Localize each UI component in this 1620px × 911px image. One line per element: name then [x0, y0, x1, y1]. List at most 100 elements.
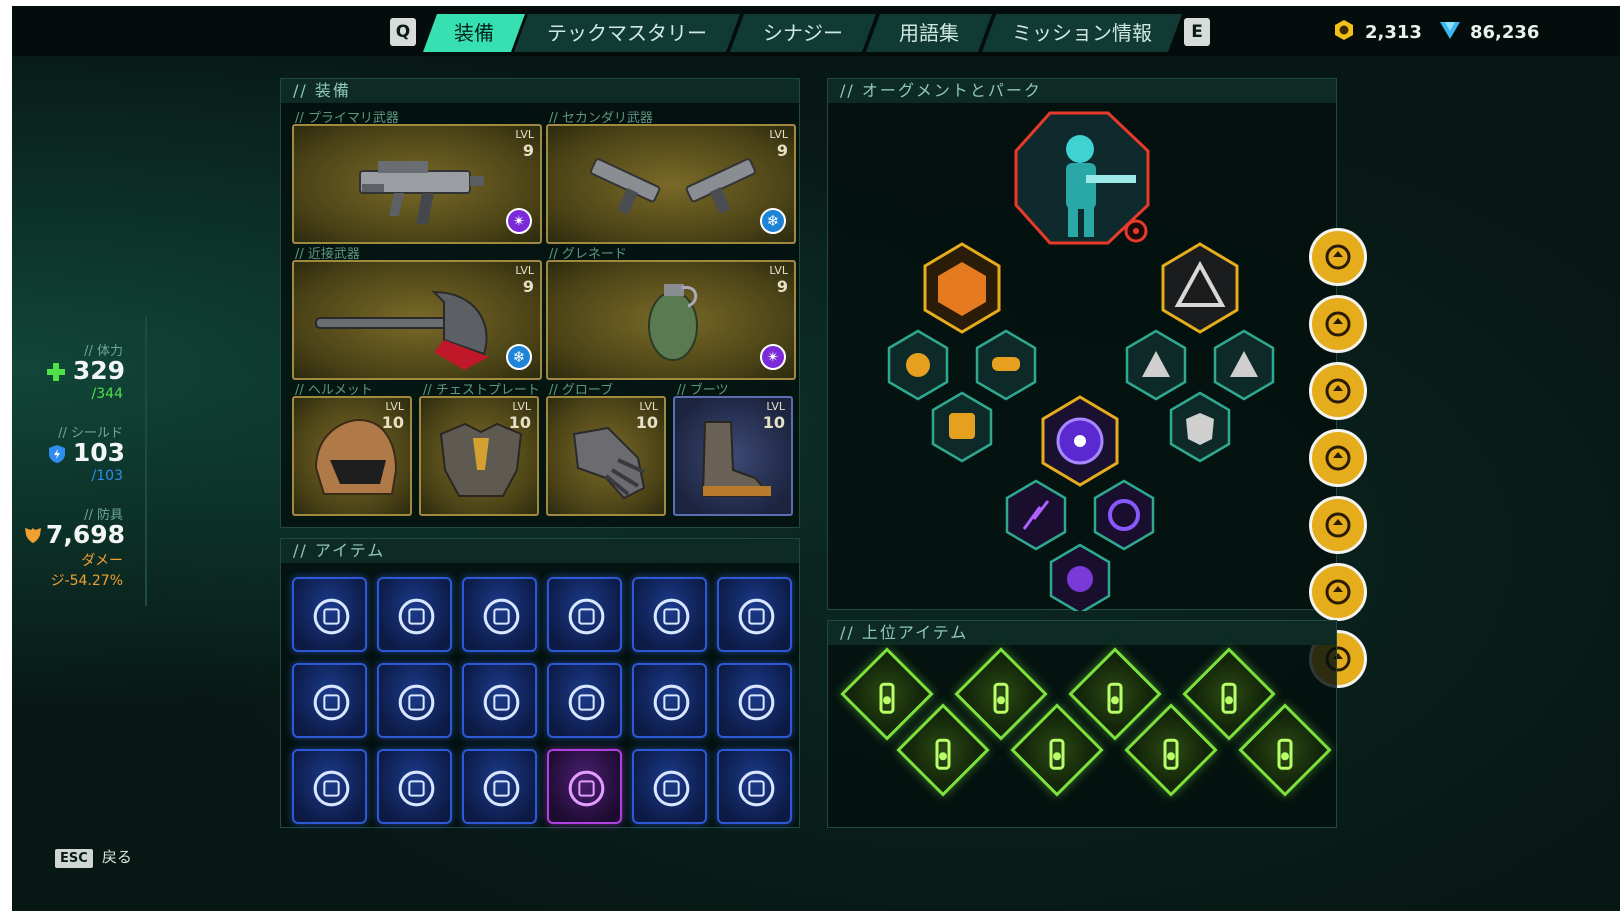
health-value: 329 [72, 356, 125, 385]
rocket-icon [1221, 682, 1237, 714]
shield-soldier-perk[interactable] [1169, 391, 1231, 463]
inventory-item-slot[interactable] [632, 663, 707, 738]
health-icon [47, 363, 65, 381]
inventory-item-slot[interactable] [377, 749, 452, 824]
tab-glossary[interactable]: 用語集 [866, 14, 992, 52]
smg-icon [359, 161, 484, 224]
inventory-item-slot[interactable] [462, 663, 537, 738]
skull-perk[interactable] [887, 329, 949, 401]
eye-orb-icon [568, 684, 605, 721]
triangle-perk[interactable] [1161, 242, 1239, 334]
coin-icon [1335, 20, 1353, 40]
vest-perk[interactable] [931, 391, 993, 463]
equipment-panel: // 装備 // プライマリ武器 LVL 9 ✴ // セカンダリ武器 LVL 9 … [280, 78, 800, 528]
shield-emblem-perk[interactable] [923, 242, 1001, 334]
boots-slot[interactable]: LVL 10 [673, 396, 793, 516]
inventory-item-slot[interactable] [462, 577, 537, 652]
inventory-item-slot[interactable] [547, 749, 622, 824]
coffee-cup-icon [313, 770, 350, 807]
inventory-item-slot[interactable] [462, 749, 537, 824]
primary-weapon-level: LVL 9 [515, 128, 534, 161]
melee-weapon-slot[interactable]: LVL 9 ❄ [292, 260, 542, 380]
rifle-icon [1107, 682, 1123, 714]
back-label: 戻る [101, 848, 132, 866]
inventory-item-slot[interactable] [717, 663, 792, 738]
primary-weapon-slot[interactable]: LVL 9 ✴ [292, 124, 542, 244]
flask-icon [879, 682, 895, 714]
lightning-perk[interactable] [1005, 479, 1067, 551]
armor-value: 7,698 [45, 520, 125, 549]
inventory-item-slot[interactable] [547, 663, 622, 738]
inventory-item-slot[interactable] [292, 749, 367, 824]
top-items-panel: // 上位アイテム [827, 620, 1337, 828]
armor-note-line1: ダメー [81, 553, 123, 569]
shield-icon [49, 445, 65, 463]
void-core-perk[interactable] [1041, 395, 1119, 487]
tab-mission-info[interactable]: ミッション情報 [982, 14, 1182, 52]
inventory-screen: Q 装備 テックマスタリー シナジー 用語集 ミッション情報 E 2,313 8… [12, 6, 1620, 911]
equipment-title: // 装備 [281, 79, 799, 103]
health-max: /344 [91, 386, 123, 402]
target-icon-center [1133, 228, 1139, 234]
scroll-icon [993, 682, 1009, 714]
boots-level: LVL 10 [762, 400, 785, 433]
shield-max: /103 [91, 468, 123, 484]
inventory-item-slot[interactable] [632, 577, 707, 652]
question-coin-icon [1325, 512, 1351, 538]
inventory-item-slot[interactable] [292, 577, 367, 652]
augments-panel: // オーグメントとパーク [827, 78, 1337, 611]
secondary-weapon-slot[interactable]: LVL 9 ❄ [546, 124, 796, 244]
melee-weapon-level: LVL 9 [515, 264, 534, 297]
prev-tab-key[interactable]: Q [390, 18, 416, 46]
perk-slot-4[interactable] [1309, 429, 1367, 487]
gauntlet-perk[interactable] [975, 329, 1037, 401]
helmet-slot[interactable]: LVL 10 [292, 396, 412, 516]
bottle-icon [483, 770, 520, 807]
biohazard-crate-icon [653, 598, 690, 635]
magazine-icon [398, 770, 435, 807]
spray-icon [398, 684, 435, 721]
grenade-icon [648, 284, 698, 361]
inventory-item-slot[interactable] [377, 577, 452, 652]
perk-slot-3[interactable] [1309, 362, 1367, 420]
inventory-item-slot[interactable] [547, 577, 622, 652]
tab-tech-mastery[interactable]: テックマスタリー [514, 14, 740, 52]
keycard-icon [568, 598, 605, 635]
void-badge-icon: ✴ [760, 344, 786, 370]
inventory-item-slot[interactable] [292, 663, 367, 738]
pistol-icon [935, 738, 951, 770]
axe-icon [315, 290, 489, 370]
iv-bag-icon [1163, 738, 1179, 770]
turret-perk[interactable] [1125, 329, 1187, 401]
void-badge-icon: ✴ [506, 208, 532, 234]
frost-badge-icon: ❄ [760, 208, 786, 234]
perk-slot-2[interactable] [1309, 295, 1367, 353]
helmet-level: LVL 10 [381, 400, 404, 433]
void-burst-perk[interactable] [1049, 543, 1111, 611]
tab-equipment[interactable]: 装備 [423, 14, 525, 52]
frost-badge-icon: ❄ [506, 344, 532, 370]
canister-icon [1325, 244, 1351, 270]
perk-slot-1[interactable] [1309, 228, 1367, 286]
vortex-perk[interactable] [1093, 479, 1155, 551]
gear-phone-icon [738, 598, 775, 635]
chestplate-slot[interactable]: LVL 10 [419, 396, 539, 516]
perk-slot-5[interactable] [1309, 496, 1367, 554]
inventory-item-slot[interactable] [632, 749, 707, 824]
chestplate-level: LVL 10 [508, 400, 531, 433]
inventory-item-slot[interactable] [377, 663, 452, 738]
grenade-slot[interactable]: LVL 9 ✴ [546, 260, 796, 380]
cluster-perk[interactable] [1213, 329, 1275, 401]
inventory-item-slot[interactable] [717, 577, 792, 652]
esc-key: ESC [55, 849, 93, 868]
tab-synergy[interactable]: シナジー [730, 14, 876, 52]
next-tab-key[interactable]: E [1184, 18, 1210, 46]
camera-tripod-icon [738, 684, 775, 721]
perk-slot-6[interactable] [1309, 563, 1367, 621]
arm-armor-icon [738, 770, 775, 807]
power-fist-icon [1325, 378, 1351, 404]
gloves-slot[interactable]: LVL 10 [546, 396, 666, 516]
back-button[interactable]: ESC 戻る [55, 846, 132, 868]
coin-count: 2,313 [1365, 22, 1422, 43]
inventory-item-slot[interactable] [717, 749, 792, 824]
